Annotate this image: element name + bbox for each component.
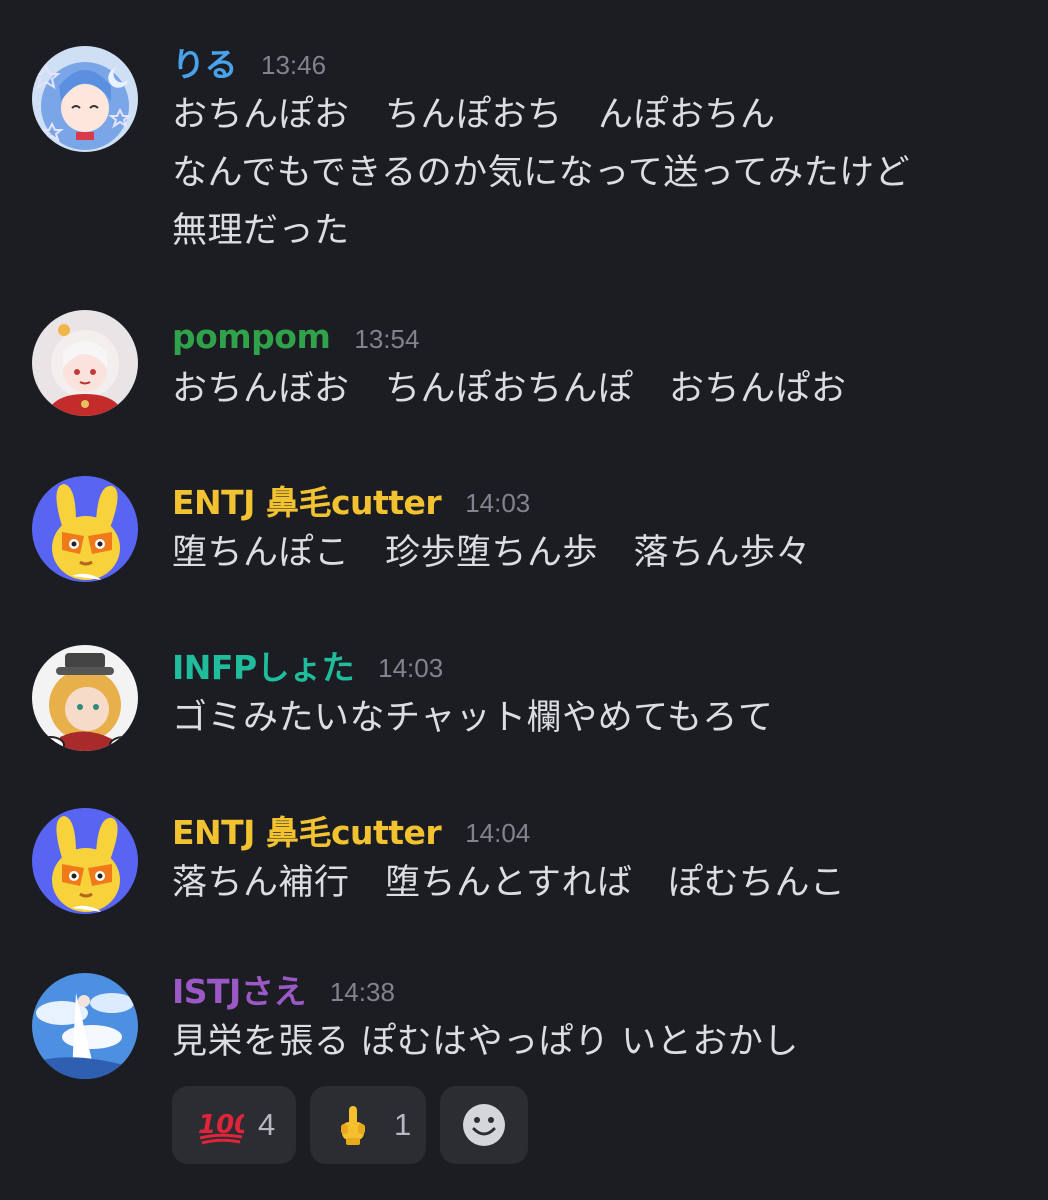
timestamp: 13:46 xyxy=(261,49,327,80)
anime-girl-white-hair-icon xyxy=(32,310,138,416)
reaction-hundred-points[interactable]: 100 4 xyxy=(172,1086,296,1164)
message-header: ENTJ 鼻毛cutter 14:03 xyxy=(172,476,530,524)
message-content: 見栄を張る ぽむはやっぱり いとおかし xyxy=(172,1013,799,1071)
timestamp: 13:54 xyxy=(354,323,420,354)
message-content: ゴミみたいなチャット欄やめてもろて xyxy=(172,689,773,747)
timestamp: 14:04 xyxy=(465,817,531,848)
avatar[interactable] xyxy=(32,476,138,582)
add-reaction-button[interactable] xyxy=(440,1086,528,1164)
message-line: 落ちん補行 堕ちんとすれば ぽむちんこ xyxy=(172,863,846,903)
hundred-points-icon: 100 xyxy=(198,1105,244,1145)
reaction-bar: 100 4 1 xyxy=(172,1086,542,1164)
timestamp: 14:38 xyxy=(329,976,395,1007)
message-header: ENTJ 鼻毛cutter 14:04 xyxy=(172,806,530,854)
yellow-bunny-icon xyxy=(32,476,138,582)
username[interactable]: pompom xyxy=(172,317,331,356)
reaction-middle-finger[interactable]: 1 xyxy=(310,1086,426,1164)
message-header: ISTJさえ 14:38 xyxy=(172,965,395,1013)
avatar[interactable] xyxy=(32,46,138,152)
message-content: おちんぽお ちんぽおち んぽおちん なんでもできるのか気になって送ってみたけど … xyxy=(172,86,910,260)
username[interactable]: INFPしょた xyxy=(172,641,355,689)
username[interactable]: ENTJ 鼻毛cutter xyxy=(172,806,442,854)
blonde-character-hat-icon xyxy=(32,645,138,751)
message-content: おちんぼお ちんぽおちんぽ おちんぱお xyxy=(172,360,847,418)
message-line: なんでもできるのか気になって送ってみたけど xyxy=(172,153,911,193)
avatar[interactable] xyxy=(32,310,138,416)
message-header: pompom 13:54 xyxy=(172,312,419,360)
username[interactable]: ENTJ 鼻毛cutter xyxy=(172,476,442,524)
add-reaction-icon xyxy=(461,1102,507,1148)
reaction-count: 1 xyxy=(394,1107,412,1142)
message-line: 堕ちんぽこ 珍歩堕ちん歩 落ちん歩々 xyxy=(172,533,812,573)
anime-girl-blue-hair-icon xyxy=(32,46,138,152)
message-content: 落ちん補行 堕ちんとすれば ぽむちんこ xyxy=(172,854,845,912)
yellow-bunny-icon xyxy=(32,808,138,914)
message-line: おちんぽお ちんぽおち んぽおちん xyxy=(172,95,776,135)
timestamp: 14:03 xyxy=(378,652,444,683)
message-line: ゴミみたいなチャット欄やめてもろて xyxy=(172,698,774,738)
middle-finger-icon xyxy=(338,1104,368,1146)
message-header: りる 13:46 xyxy=(172,38,326,86)
message-line: 無理だった xyxy=(172,211,350,251)
message-line: おちんぼお ちんぽおちんぽ おちんぱお xyxy=(172,369,847,409)
timestamp: 14:03 xyxy=(465,487,531,518)
sky-landscape-icon xyxy=(32,973,138,1079)
message-header: INFPしょた 14:03 xyxy=(172,641,443,689)
message-content: 堕ちんぽこ 珍歩堕ちん歩 落ちん歩々 xyxy=(172,524,811,582)
username[interactable]: ISTJさえ xyxy=(172,965,306,1013)
avatar[interactable] xyxy=(32,973,138,1079)
username[interactable]: りる xyxy=(172,38,238,86)
avatar[interactable] xyxy=(32,645,138,751)
avatar[interactable] xyxy=(32,808,138,914)
reaction-count: 4 xyxy=(258,1107,276,1142)
message-line: 見栄を張る ぽむはやっぱり いとおかし xyxy=(172,1022,799,1062)
